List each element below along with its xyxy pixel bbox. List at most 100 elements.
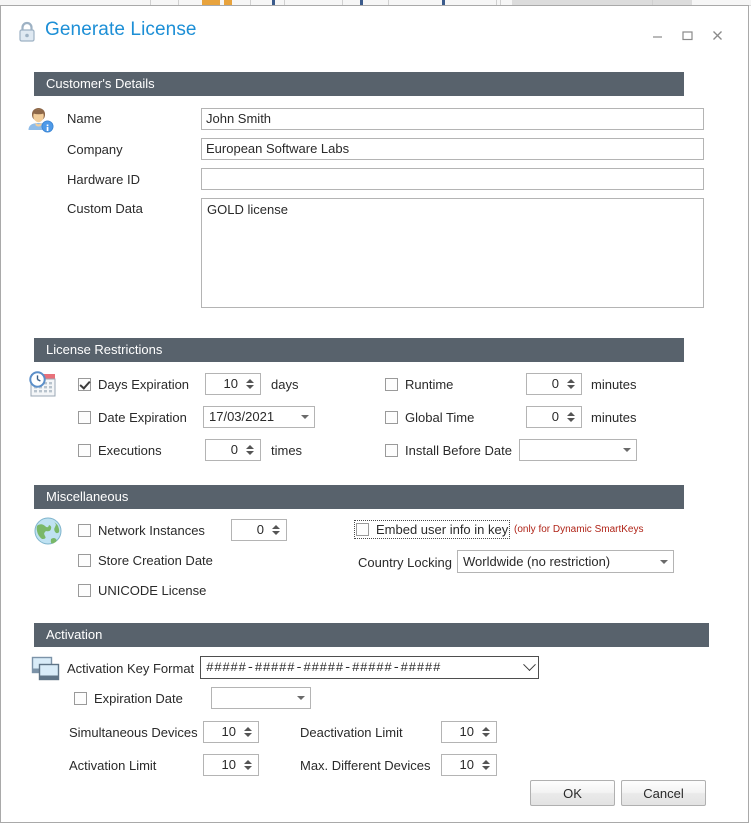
chevron-down-icon[interactable]: [618, 448, 636, 452]
date-expiration-checkmark-icon: [78, 411, 91, 424]
install-before-date-checkmark-icon: [385, 444, 398, 457]
deactivation-limit-spinner[interactable]: 10: [441, 721, 497, 743]
hardware-id-input[interactable]: [201, 168, 704, 190]
simultaneous-devices-value: 10: [221, 724, 236, 739]
install-before-date-checkbox[interactable]: Install Before Date: [385, 443, 512, 458]
runtime-label: Runtime: [405, 377, 454, 392]
generate-license-dialog: Generate License Customer's Details Name…: [0, 5, 749, 823]
activation-limit-spinner[interactable]: 10: [203, 754, 259, 776]
global-time-label: Global Time: [405, 410, 475, 425]
executions-unit: times: [271, 443, 303, 458]
country-locking-label: Country Locking: [358, 555, 452, 570]
spinner-arrows-icon[interactable]: [564, 374, 581, 394]
label-name: Name: [67, 111, 102, 126]
network-instances-checkmark-icon: [78, 524, 91, 537]
windows-stack-icon: [30, 653, 62, 685]
label-custom-data: Custom Data: [67, 201, 143, 216]
custom-data-textarea[interactable]: GOLD license: [201, 198, 704, 308]
country-locking-value: Worldwide (no restriction): [463, 553, 611, 569]
chevron-down-icon[interactable]: [292, 696, 310, 700]
activation-expiration-date-checkbox[interactable]: Expiration Date: [74, 691, 183, 706]
page-title: Generate License: [45, 19, 197, 40]
executions-checkmark-icon: [78, 444, 91, 457]
close-icon[interactable]: [702, 24, 732, 46]
max-different-devices-value: 10: [459, 757, 474, 772]
network-instances-spinner[interactable]: 0: [231, 519, 287, 541]
name-input[interactable]: John Smith: [201, 108, 704, 130]
spinner-arrows-icon[interactable]: [243, 374, 260, 394]
runtime-spinner[interactable]: 0: [526, 373, 582, 395]
spinner-arrows-icon[interactable]: [243, 440, 260, 460]
cancel-button[interactable]: Cancel: [621, 780, 706, 806]
date-expiration-label: Date Expiration: [98, 410, 187, 425]
runtime-unit: minutes: [591, 377, 637, 392]
executions-label: Executions: [98, 443, 162, 458]
activation-key-format-select[interactable]: #####-#####-#####-#####-#####: [200, 656, 539, 679]
activation-key-format-value: #####-#####-#####-#####-#####: [206, 659, 441, 675]
unicode-license-checkbox[interactable]: UNICODE License: [78, 583, 206, 598]
max-different-devices-spinner[interactable]: 10: [441, 754, 497, 776]
spinner-arrows-icon[interactable]: [479, 722, 496, 742]
spinner-arrows-icon[interactable]: [269, 520, 286, 540]
days-expiration-checkbox[interactable]: Days Expiration: [78, 377, 189, 392]
runtime-value: 0: [551, 376, 559, 391]
company-input[interactable]: European Software Labs: [201, 138, 704, 160]
user-info-icon: [22, 102, 56, 136]
date-expiration-checkbox[interactable]: Date Expiration: [78, 410, 187, 425]
days-expiration-value: 10: [223, 376, 238, 391]
spinner-arrows-icon[interactable]: [479, 755, 496, 775]
date-expiration-value: 17/03/2021: [209, 409, 275, 424]
runtime-checkbox[interactable]: Runtime: [385, 377, 453, 392]
embed-user-info-checkmark-icon: [356, 523, 369, 536]
executions-checkbox[interactable]: Executions: [78, 443, 162, 458]
chevron-down-icon[interactable]: [655, 559, 673, 564]
days-expiration-unit: days: [271, 377, 299, 392]
store-creation-date-label: Store Creation Date: [98, 553, 213, 568]
global-time-checkmark-icon: [385, 411, 398, 424]
network-instances-checkbox[interactable]: Network Instances: [78, 523, 205, 538]
activation-expiration-date-picker[interactable]: [211, 687, 311, 709]
screen: Generate License Customer's Details Name…: [0, 0, 751, 825]
calendar-clock-icon: [26, 369, 60, 403]
days-expiration-spinner[interactable]: 10: [205, 373, 261, 395]
network-instances-value: 0: [256, 522, 264, 537]
minimize-icon[interactable]: [642, 24, 672, 46]
store-creation-date-checkbox[interactable]: Store Creation Date: [78, 553, 213, 568]
global-time-value: 0: [551, 409, 559, 424]
label-hardware-id: Hardware ID: [67, 172, 140, 187]
global-time-checkbox[interactable]: Global Time: [385, 410, 474, 425]
section-header-activation: Activation: [34, 623, 709, 647]
deactivation-limit-value: 10: [459, 724, 474, 739]
activation-expiration-date-label: Expiration Date: [94, 691, 183, 706]
ok-button[interactable]: OK: [530, 780, 615, 806]
activation-key-format-label: Activation Key Format: [67, 661, 195, 676]
country-locking-select[interactable]: Worldwide (no restriction): [457, 550, 674, 573]
window-controls: [642, 24, 732, 46]
executions-value: 0: [230, 442, 238, 457]
title-bar: Generate License: [1, 6, 748, 56]
spinner-arrows-icon[interactable]: [241, 755, 258, 775]
spinner-arrows-icon[interactable]: [564, 407, 581, 427]
section-header-customer-details: Customer's Details: [34, 72, 684, 96]
embed-user-info-hint: (only for Dynamic SmartKeys: [514, 524, 644, 535]
chevron-down-icon[interactable]: [296, 415, 314, 419]
maximize-icon[interactable]: [672, 24, 702, 46]
days-expiration-label: Days Expiration: [98, 377, 190, 392]
spinner-arrows-icon[interactable]: [241, 722, 258, 742]
install-before-date-label: Install Before Date: [405, 443, 512, 458]
activation-limit-label: Activation Limit: [69, 758, 157, 773]
global-time-spinner[interactable]: 0: [526, 406, 582, 428]
install-before-date-datepicker[interactable]: [519, 439, 637, 461]
chevron-down-icon[interactable]: [520, 658, 538, 672]
embed-user-info-label: Embed user info in key: [376, 522, 509, 537]
deactivation-limit-label: Deactivation Limit: [300, 725, 403, 740]
activation-expiration-date-checkmark-icon: [74, 692, 87, 705]
simultaneous-devices-spinner[interactable]: 10: [203, 721, 259, 743]
embed-user-info-checkbox[interactable]: Embed user info in key: [353, 520, 511, 539]
executions-spinner[interactable]: 0: [205, 439, 261, 461]
max-different-devices-label: Max. Different Devices: [300, 758, 431, 773]
activation-limit-value: 10: [221, 757, 236, 772]
date-expiration-datepicker[interactable]: 17/03/2021: [203, 406, 315, 428]
section-header-miscellaneous: Miscellaneous: [34, 485, 684, 509]
unicode-license-label: UNICODE License: [98, 583, 207, 598]
